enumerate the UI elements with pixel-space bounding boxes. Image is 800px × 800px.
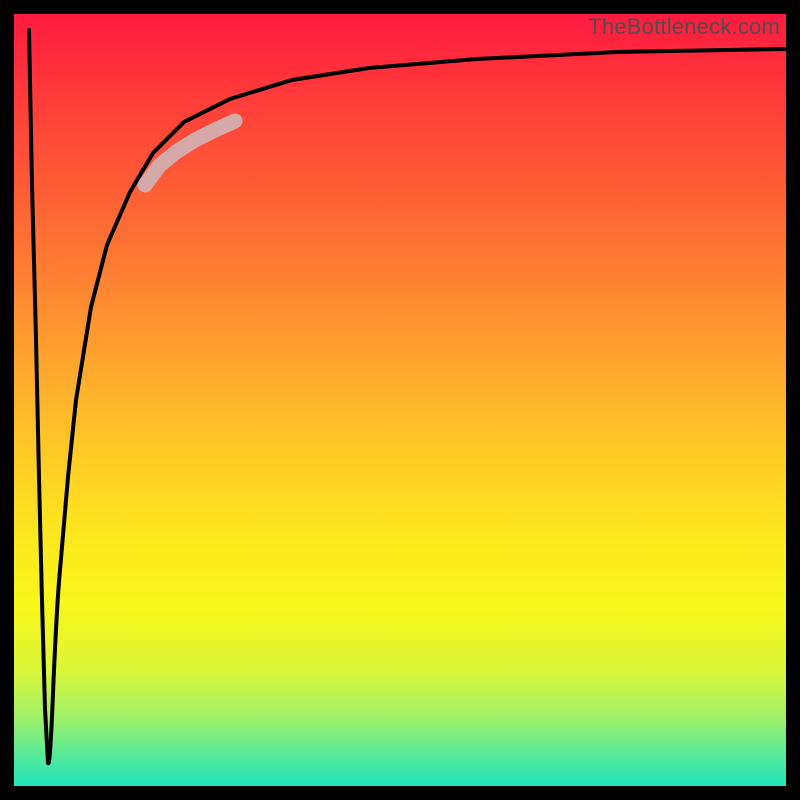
- frame-bottom: [0, 786, 800, 800]
- bottleneck-curve: [0, 0, 800, 800]
- curve-highlight: [145, 121, 235, 185]
- frame-right: [786, 0, 800, 800]
- frame-top: [0, 0, 800, 14]
- curve-left-branch: [29, 30, 48, 763]
- chart-stage: TheBottleneck.com: [0, 0, 800, 800]
- curve-right-branch: [48, 49, 786, 763]
- frame-left: [0, 0, 14, 800]
- watermark-text: TheBottleneck.com: [588, 14, 780, 40]
